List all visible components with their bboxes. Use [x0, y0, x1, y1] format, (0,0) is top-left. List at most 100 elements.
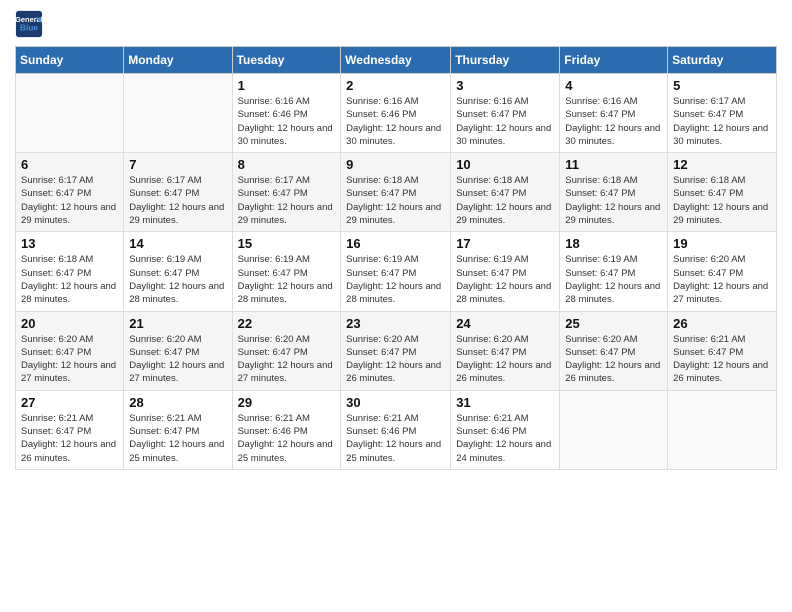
day-info: Sunrise: 6:20 AMSunset: 6:47 PMDaylight:… [673, 253, 771, 306]
day-info: Sunrise: 6:19 AMSunset: 6:47 PMDaylight:… [238, 253, 336, 306]
calendar-cell [560, 390, 668, 469]
day-info: Sunrise: 6:21 AMSunset: 6:47 PMDaylight:… [129, 412, 226, 465]
calendar-cell: 15 Sunrise: 6:19 AMSunset: 6:47 PMDayligh… [232, 232, 341, 311]
day-number: 28 [129, 395, 226, 410]
day-info: Sunrise: 6:17 AMSunset: 6:47 PMDaylight:… [673, 95, 771, 148]
day-number: 3 [456, 78, 554, 93]
calendar-cell: 22 Sunrise: 6:20 AMSunset: 6:47 PMDayligh… [232, 311, 341, 390]
day-info: Sunrise: 6:18 AMSunset: 6:47 PMDaylight:… [565, 174, 662, 227]
day-number: 6 [21, 157, 118, 172]
calendar-cell: 13 Sunrise: 6:18 AMSunset: 6:47 PMDayligh… [16, 232, 124, 311]
page: General Blue SundayMondayTuesdayWednesda… [0, 0, 792, 612]
weekday-header: Saturday [668, 47, 777, 74]
calendar-cell: 16 Sunrise: 6:19 AMSunset: 6:47 PMDayligh… [341, 232, 451, 311]
weekday-header-row: SundayMondayTuesdayWednesdayThursdayFrid… [16, 47, 777, 74]
calendar-cell [16, 74, 124, 153]
day-info: Sunrise: 6:20 AMSunset: 6:47 PMDaylight:… [21, 333, 118, 386]
day-info: Sunrise: 6:19 AMSunset: 6:47 PMDaylight:… [565, 253, 662, 306]
day-number: 16 [346, 236, 445, 251]
day-info: Sunrise: 6:21 AMSunset: 6:47 PMDaylight:… [21, 412, 118, 465]
calendar-cell: 29 Sunrise: 6:21 AMSunset: 6:46 PMDayligh… [232, 390, 341, 469]
day-number: 20 [21, 316, 118, 331]
logo: General Blue [15, 10, 47, 38]
day-number: 21 [129, 316, 226, 331]
calendar-cell: 5Sunrise: 6:17 AMSunset: 6:47 PMDaylight… [668, 74, 777, 153]
day-number: 2 [346, 78, 445, 93]
weekday-header: Monday [124, 47, 232, 74]
day-info: Sunrise: 6:21 AMSunset: 6:47 PMDaylight:… [673, 333, 771, 386]
day-number: 19 [673, 236, 771, 251]
day-number: 31 [456, 395, 554, 410]
calendar-cell: 25 Sunrise: 6:20 AMSunset: 6:47 PMDayligh… [560, 311, 668, 390]
day-info: Sunrise: 6:17 AMSunset: 6:47 PMDaylight:… [21, 174, 118, 227]
day-info: Sunrise: 6:18 AMSunset: 6:47 PMDaylight:… [346, 174, 445, 227]
day-number: 17 [456, 236, 554, 251]
calendar-cell: 31Sunrise: 6:21 AMSunset: 6:46 PMDayligh… [451, 390, 560, 469]
day-number: 7 [129, 157, 226, 172]
day-number: 29 [238, 395, 336, 410]
day-number: 10 [456, 157, 554, 172]
day-info: Sunrise: 6:20 AMSunset: 6:47 PMDaylight:… [346, 333, 445, 386]
calendar-week-row: 1 Sunrise: 6:16 AMSunset: 6:46 PMDaylight… [16, 74, 777, 153]
calendar-week-row: 6 Sunrise: 6:17 AMSunset: 6:47 PMDaylight… [16, 153, 777, 232]
day-number: 15 [238, 236, 336, 251]
calendar-cell: 26 Sunrise: 6:21 AMSunset: 6:47 PMDayligh… [668, 311, 777, 390]
calendar-cell: 19 Sunrise: 6:20 AMSunset: 6:47 PMDayligh… [668, 232, 777, 311]
calendar-cell: 28 Sunrise: 6:21 AMSunset: 6:47 PMDayligh… [124, 390, 232, 469]
calendar-week-row: 13 Sunrise: 6:18 AMSunset: 6:47 PMDayligh… [16, 232, 777, 311]
calendar-cell: 2 Sunrise: 6:16 AMSunset: 6:46 PMDaylight… [341, 74, 451, 153]
day-number: 24 [456, 316, 554, 331]
day-info: Sunrise: 6:16 AMSunset: 6:46 PMDaylight:… [346, 95, 445, 148]
calendar-cell: 17Sunrise: 6:19 AMSunset: 6:47 PMDayligh… [451, 232, 560, 311]
day-info: Sunrise: 6:16 AMSunset: 6:47 PMDaylight:… [565, 95, 662, 148]
day-info: Sunrise: 6:19 AMSunset: 6:47 PMDaylight:… [346, 253, 445, 306]
day-info: Sunrise: 6:21 AMSunset: 6:46 PMDaylight:… [238, 412, 336, 465]
day-number: 30 [346, 395, 445, 410]
day-info: Sunrise: 6:18 AMSunset: 6:47 PMDaylight:… [456, 174, 554, 227]
weekday-header: Thursday [451, 47, 560, 74]
logo-icon: General Blue [15, 10, 43, 38]
day-info: Sunrise: 6:21 AMSunset: 6:46 PMDaylight:… [346, 412, 445, 465]
day-number: 11 [565, 157, 662, 172]
day-number: 8 [238, 157, 336, 172]
calendar-cell: 10 Sunrise: 6:18 AMSunset: 6:47 PMDayligh… [451, 153, 560, 232]
calendar-cell: 6 Sunrise: 6:17 AMSunset: 6:47 PMDaylight… [16, 153, 124, 232]
day-number: 18 [565, 236, 662, 251]
day-number: 22 [238, 316, 336, 331]
calendar-cell: 24 Sunrise: 6:20 AMSunset: 6:47 PMDayligh… [451, 311, 560, 390]
day-number: 23 [346, 316, 445, 331]
day-info: Sunrise: 6:16 AMSunset: 6:46 PMDaylight:… [238, 95, 336, 148]
day-info: Sunrise: 6:16 AMSunset: 6:47 PMDaylight:… [456, 95, 554, 148]
calendar-table: SundayMondayTuesdayWednesdayThursdayFrid… [15, 46, 777, 470]
calendar-cell: 12Sunrise: 6:18 AMSunset: 6:47 PMDayligh… [668, 153, 777, 232]
day-info: Sunrise: 6:18 AMSunset: 6:47 PMDaylight:… [21, 253, 118, 306]
day-number: 25 [565, 316, 662, 331]
calendar-cell: 4 Sunrise: 6:16 AMSunset: 6:47 PMDaylight… [560, 74, 668, 153]
day-number: 1 [238, 78, 336, 93]
calendar-cell: 8Sunrise: 6:17 AMSunset: 6:47 PMDaylight… [232, 153, 341, 232]
day-info: Sunrise: 6:20 AMSunset: 6:47 PMDaylight:… [565, 333, 662, 386]
weekday-header: Wednesday [341, 47, 451, 74]
calendar-cell: 18 Sunrise: 6:19 AMSunset: 6:47 PMDayligh… [560, 232, 668, 311]
calendar-cell: 1 Sunrise: 6:16 AMSunset: 6:46 PMDaylight… [232, 74, 341, 153]
calendar-cell: 14Sunrise: 6:19 AMSunset: 6:47 PMDayligh… [124, 232, 232, 311]
header: General Blue [15, 10, 777, 38]
weekday-header: Friday [560, 47, 668, 74]
day-number: 26 [673, 316, 771, 331]
day-info: Sunrise: 6:20 AMSunset: 6:47 PMDaylight:… [456, 333, 554, 386]
svg-text:Blue: Blue [20, 23, 38, 33]
day-info: Sunrise: 6:20 AMSunset: 6:47 PMDaylight:… [238, 333, 336, 386]
calendar-week-row: 20 Sunrise: 6:20 AMSunset: 6:47 PMDayligh… [16, 311, 777, 390]
day-number: 12 [673, 157, 771, 172]
calendar-cell: 7Sunrise: 6:17 AMSunset: 6:47 PMDaylight… [124, 153, 232, 232]
calendar-cell: 3 Sunrise: 6:16 AMSunset: 6:47 PMDaylight… [451, 74, 560, 153]
day-number: 4 [565, 78, 662, 93]
day-number: 13 [21, 236, 118, 251]
weekday-header: Sunday [16, 47, 124, 74]
calendar-cell: 21Sunrise: 6:20 AMSunset: 6:47 PMDayligh… [124, 311, 232, 390]
weekday-header: Tuesday [232, 47, 341, 74]
calendar-cell [668, 390, 777, 469]
calendar-cell: 11 Sunrise: 6:18 AMSunset: 6:47 PMDayligh… [560, 153, 668, 232]
day-info: Sunrise: 6:19 AMSunset: 6:47 PMDaylight:… [129, 253, 226, 306]
day-number: 9 [346, 157, 445, 172]
